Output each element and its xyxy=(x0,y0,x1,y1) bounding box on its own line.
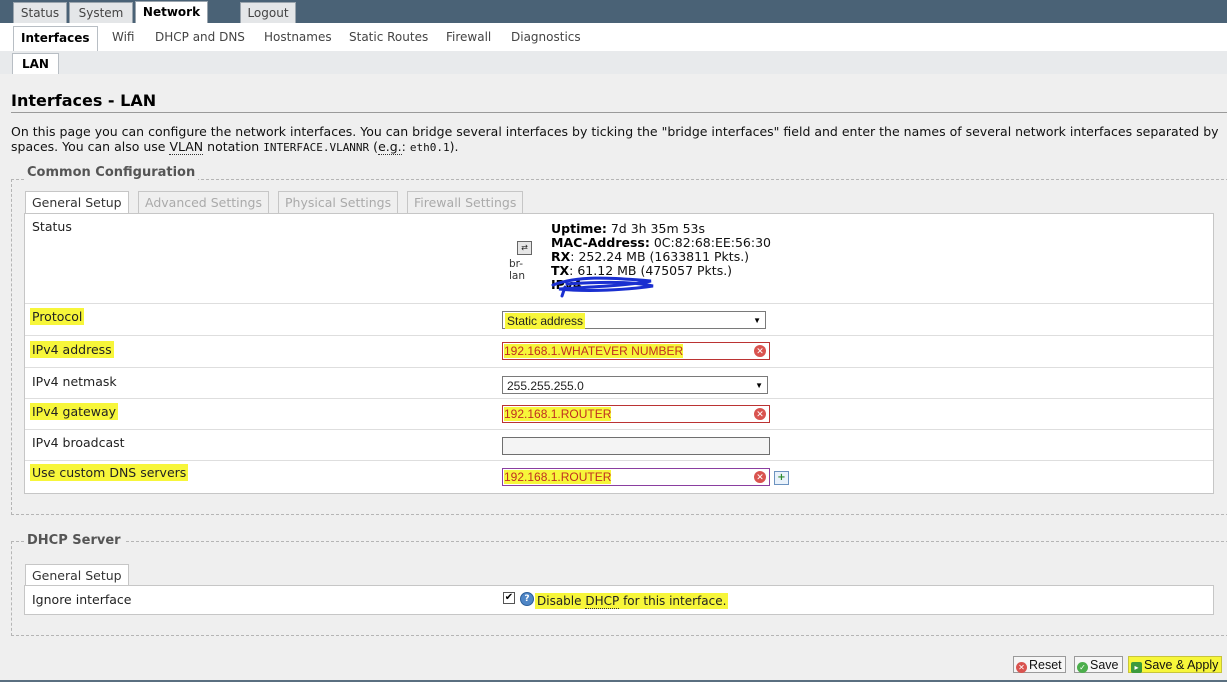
colon: : xyxy=(401,139,406,154)
save-icon: ✓ xyxy=(1077,662,1088,673)
interface-nav: LAN xyxy=(0,51,1227,75)
status-label: Status xyxy=(32,219,72,234)
general-setup-panel: Status ⇄ br-lan Uptime: 7d 3h 35m 53s MA… xyxy=(24,213,1214,494)
ipv4-broadcast-label: IPv4 broadcast xyxy=(32,435,125,450)
tab-hostnames[interactable]: Hostnames xyxy=(264,30,332,44)
tab-diagnostics[interactable]: Diagnostics xyxy=(511,30,581,44)
ipv4-gateway-input[interactable]: 192.168.1.ROUTER ✕ xyxy=(502,405,770,423)
description-line-1: On this page you can configure the netwo… xyxy=(11,124,1219,139)
ipv4-netmask-select[interactable]: 255.255.255.0 ▼ xyxy=(502,376,768,394)
tab-interfaces[interactable]: Interfaces xyxy=(13,26,98,51)
tab-dhcp-dns[interactable]: DHCP and DNS xyxy=(155,30,245,44)
tab-dhcp-general-setup[interactable]: General Setup xyxy=(25,564,129,587)
ignore-interface-hint: Disable DHCP for this interface. xyxy=(535,593,729,609)
custom-dns-input[interactable]: 192.168.1.ROUTER ✕ xyxy=(502,468,770,486)
uptime-label: Uptime: xyxy=(551,221,607,236)
code-sample: INTERFACE.VLANNR xyxy=(263,141,370,154)
dhcp-server-legend: DHCP Server xyxy=(24,533,124,548)
mac-label: MAC-Address: xyxy=(551,235,650,250)
ignore-interface-checkbox[interactable]: ✔ xyxy=(503,592,515,604)
common-configuration-legend: Common Configuration xyxy=(24,165,199,180)
ipv4-address-input[interactable]: 192.168.1.WHATEVER NUMBER ✕ xyxy=(502,342,770,360)
chevron-down-icon: ▼ xyxy=(755,381,763,390)
custom-dns-label: Use custom DNS servers xyxy=(30,464,189,481)
tab-lan[interactable]: LAN xyxy=(12,53,59,75)
status-row: Status ⇄ br-lan Uptime: 7d 3h 35m 53s MA… xyxy=(25,214,1213,304)
save-button[interactable]: ✓ Save xyxy=(1074,656,1123,673)
clear-icon[interactable]: ✕ xyxy=(754,471,766,483)
ipv4-gateway-label: IPv4 gateway xyxy=(30,403,119,420)
tab-general-setup[interactable]: General Setup xyxy=(25,191,129,214)
apply-icon: ▸ xyxy=(1131,662,1142,673)
ipv4-netmask-label: IPv4 netmask xyxy=(32,374,117,389)
ipv4-address-row: IPv4 address 192.168.1.WHATEVER NUMBER ✕ xyxy=(25,335,1213,368)
sub-nav: Interfaces Wifi DHCP and DNS Hostnames S… xyxy=(0,23,1227,52)
tab-physical-settings[interactable]: Physical Settings xyxy=(278,191,399,213)
ipv4-broadcast-row: IPv4 broadcast xyxy=(25,429,1213,461)
redaction-scribble xyxy=(551,276,654,298)
chevron-down-icon: ▼ xyxy=(753,316,761,325)
add-icon[interactable]: + xyxy=(774,471,789,485)
help-icon: ? xyxy=(520,592,534,606)
save-apply-button[interactable]: ▸ Save & Apply xyxy=(1128,656,1223,673)
ipv4-address-label: IPv4 address xyxy=(30,341,114,358)
tab-firewall[interactable]: Firewall xyxy=(446,30,491,44)
top-tab-network[interactable]: Network xyxy=(135,1,208,25)
uptime-value: 7d 3h 35m 53s xyxy=(610,221,706,236)
protocol-label: Protocol xyxy=(30,308,85,325)
clear-icon[interactable]: ✕ xyxy=(754,408,766,420)
top-tab-system[interactable]: System xyxy=(69,2,133,24)
description-line-2: spaces. You can also use VLAN notation I… xyxy=(11,139,1227,155)
protocol-select[interactable]: Static address ▼ xyxy=(502,311,766,329)
main-content: Interfaces - LAN On this page you can co… xyxy=(0,74,1227,680)
custom-dns-row: Use custom DNS servers 192.168.1.ROUTER ✕… xyxy=(25,460,1213,493)
tab-wifi[interactable]: Wifi xyxy=(112,30,135,44)
tab-advanced-settings[interactable]: Advanced Settings xyxy=(138,191,269,213)
ignore-interface-label: Ignore interface xyxy=(32,592,132,607)
reset-icon: ✕ xyxy=(1016,662,1027,673)
paren-close: ). xyxy=(449,139,459,154)
eg-abbr: e.g. xyxy=(378,139,402,155)
page-title: Interfaces - LAN xyxy=(11,91,157,110)
ipv4-netmask-row: IPv4 netmask 255.255.255.0 ▼ xyxy=(25,367,1213,399)
code-sample: eth0.1 xyxy=(409,141,450,154)
clear-icon[interactable]: ✕ xyxy=(754,345,766,357)
rx-value: : 252.24 MB (1633811 Pkts.) xyxy=(570,249,750,264)
top-tab-status[interactable]: Status xyxy=(13,2,67,24)
description-text: spaces. You can also use xyxy=(11,139,166,154)
top-tab-logout[interactable]: Logout xyxy=(240,2,296,24)
dhcp-general-panel: Ignore interface ✔ ? Disable DHCP for th… xyxy=(24,585,1214,615)
tab-static-routes[interactable]: Static Routes xyxy=(349,30,428,44)
ipv4-broadcast-input[interactable] xyxy=(502,437,770,455)
title-divider xyxy=(11,112,1227,113)
vlan-abbr: VLAN xyxy=(169,139,204,155)
device-name: br-lan xyxy=(509,258,526,282)
mac-value: 0C:82:68:EE:56:30 xyxy=(653,235,772,250)
reset-button[interactable]: ✕ Reset xyxy=(1013,656,1066,673)
device-icon: ⇄ xyxy=(517,241,532,255)
tab-firewall-settings[interactable]: Firewall Settings xyxy=(407,191,524,213)
page-description: On this page you can configure the netwo… xyxy=(11,124,1227,155)
rx-label: RX xyxy=(551,249,571,264)
protocol-row: Protocol Static address ▼ xyxy=(25,303,1213,336)
description-text: notation xyxy=(207,139,260,154)
top-nav: Status System Network Logout xyxy=(0,0,1227,25)
ipv4-gateway-row: IPv4 gateway 192.168.1.ROUTER ✕ xyxy=(25,398,1213,430)
